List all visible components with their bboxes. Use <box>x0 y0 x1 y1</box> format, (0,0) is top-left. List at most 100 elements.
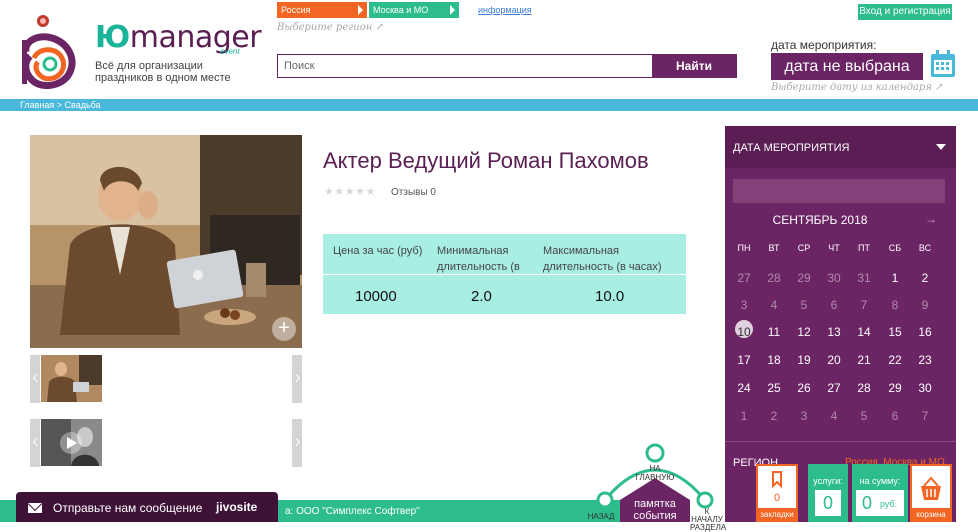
search-button[interactable]: Найти <box>652 55 736 77</box>
calendar-day[interactable]: 16 <box>910 325 940 339</box>
brand-tagline: Всё для организации праздников в одном м… <box>95 60 231 84</box>
calendar-day[interactable]: 1 <box>729 409 759 423</box>
video-illustration <box>41 419 102 466</box>
calendar-weekday: ВТ <box>768 243 780 253</box>
brand-event: event <box>220 47 240 56</box>
calendar-day[interactable]: 1 <box>880 271 910 285</box>
login-button[interactable]: Вход и регистрация <box>858 4 952 20</box>
calendar-day[interactable]: 25 <box>759 381 789 395</box>
calendar-weekday: ПН <box>737 243 751 253</box>
thumb-illustration <box>41 355 102 402</box>
services-label: услуги: <box>813 476 843 486</box>
calendar-day[interactable]: 11 <box>759 325 789 339</box>
calendar-day[interactable]: 29 <box>789 271 819 285</box>
calendar-header[interactable]: ДАТА МЕРОПРИЯТИЯ <box>725 126 956 168</box>
calendar-day[interactable]: 28 <box>759 271 789 285</box>
video-thumbnail[interactable] <box>41 419 102 466</box>
calendar-day[interactable]: 8 <box>880 298 910 312</box>
total-widget[interactable]: на сумму: 0 руб. <box>852 464 908 522</box>
calendar-day[interactable]: 6 <box>880 409 910 423</box>
calendar-day[interactable]: 29 <box>880 381 910 395</box>
calendar-date-field[interactable] <box>733 179 945 203</box>
main-photo[interactable] <box>30 135 302 348</box>
calendar-day[interactable]: 9 <box>910 298 940 312</box>
total-value: 0 <box>862 493 873 513</box>
bookmarks-label: закладки <box>756 508 798 522</box>
calendar-day[interactable]: 6 <box>819 298 849 312</box>
region-country-label: Россия <box>281 5 311 15</box>
services-widget[interactable]: услуги: 0 <box>808 464 848 522</box>
cart-label: корзина <box>910 508 952 522</box>
calendar-day[interactable]: 23 <box>910 353 940 367</box>
calendar-day[interactable]: 22 <box>880 353 910 367</box>
calendar-day[interactable]: 30 <box>910 381 940 395</box>
calendar-day[interactable]: 3 <box>789 409 819 423</box>
nav-section-top-link[interactable]: К НАЧАЛУ РАЗДЕЛА <box>690 508 726 532</box>
calendar-icon[interactable] <box>930 50 956 78</box>
calendar-day[interactable]: 14 <box>849 325 879 339</box>
calendar-day[interactable]: 13 <box>819 325 849 339</box>
calendar-day[interactable]: 26 <box>789 381 819 395</box>
cart-widget[interactable]: корзина <box>910 464 952 522</box>
thumb-next-button[interactable] <box>292 355 302 403</box>
brand-manager: manager <box>129 20 262 55</box>
price-value: 10000 <box>355 288 397 305</box>
price-table: Цена за час (руб) Минимальная длительнос… <box>323 234 686 314</box>
calendar-panel: ДАТА МЕРОПРИЯТИЯ СЕНТЯБРЬ 2018 → ПН ВТ СР Ч… <box>725 126 956 522</box>
nav-home-link[interactable]: НА ГЛАВНУЮ <box>630 464 680 482</box>
navigation-widget: НА ГЛАВНУЮ памятка события НАЗАД К НАЧАЛ… <box>588 440 726 532</box>
calendar-day[interactable]: 28 <box>849 381 879 395</box>
calendar-day[interactable]: 3 <box>729 298 759 312</box>
rating-stars[interactable]: ★★★★★ <box>324 185 376 198</box>
basket-icon <box>921 476 941 500</box>
calendar-day[interactable]: 20 <box>819 353 849 367</box>
chat-button[interactable]: Отправьте нам сообщение jivosite <box>16 492 278 522</box>
calendar-day[interactable]: 5 <box>789 298 819 312</box>
calendar-day[interactable]: 27 <box>729 271 759 285</box>
calendar-day[interactable]: 17 <box>729 353 759 367</box>
region-city-select[interactable]: Москва и МО <box>369 2 459 18</box>
calendar-day[interactable]: 2 <box>910 271 940 285</box>
calendar-day[interactable]: 31 <box>849 271 879 285</box>
info-link[interactable]: информация <box>478 5 532 15</box>
region-country-select[interactable]: Россия <box>277 2 367 18</box>
calendar-day[interactable]: 24 <box>729 381 759 395</box>
search-input[interactable] <box>278 55 652 77</box>
calendar-day[interactable]: 12 <box>789 325 819 339</box>
event-date-button[interactable]: дата не выбрана <box>771 53 923 80</box>
calendar-day[interactable]: 4 <box>759 298 789 312</box>
photo-illustration <box>30 135 302 348</box>
calendar-day[interactable]: 27 <box>819 381 849 395</box>
video-prev-button[interactable] <box>30 419 40 467</box>
thumbnail-photo[interactable] <box>41 355 102 402</box>
zoom-button[interactable]: + <box>272 317 296 341</box>
search-bar: Найти <box>277 54 737 78</box>
next-month-arrow-icon[interactable]: → <box>925 212 937 226</box>
calendar-month: СЕНТЯБРЬ 2018 <box>772 213 868 227</box>
calendar-day[interactable]: 30 <box>819 271 849 285</box>
calendar-day[interactable]: 7 <box>849 298 879 312</box>
calendar-day[interactable]: 2 <box>759 409 789 423</box>
calendar-weekday: СР <box>797 243 811 253</box>
nav-back-link[interactable]: НАЗАД <box>586 512 616 521</box>
calendar-day[interactable]: 15 <box>880 325 910 339</box>
reviews-link[interactable]: Отзывы 0 <box>391 187 436 198</box>
calendar-day[interactable]: 21 <box>849 353 879 367</box>
min-duration-header: Минимальная длительность (в <box>437 245 520 273</box>
video-next-button[interactable] <box>292 419 302 467</box>
thumb-prev-button[interactable] <box>30 355 40 403</box>
total-currency: руб. <box>880 499 898 509</box>
breadcrumb[interactable]: Главная > Свадьба <box>20 100 101 110</box>
calendar-day[interactable]: 19 <box>789 353 819 367</box>
calendar-day[interactable]: 4 <box>819 409 849 423</box>
logo-icon[interactable] <box>20 12 82 92</box>
caret-down-icon <box>936 144 946 150</box>
calendar-day[interactable]: 18 <box>759 353 789 367</box>
event-memo-link[interactable]: памятка события <box>622 498 688 522</box>
calendar-weekday: СБ <box>888 243 902 253</box>
bookmarks-widget[interactable]: 0 закладки <box>756 464 798 522</box>
calendar-day[interactable]: 7 <box>910 409 940 423</box>
calendar-day[interactable]: 10 <box>729 320 759 339</box>
calendar-day[interactable]: 5 <box>849 409 879 423</box>
region-hint-text: Выберите регион <box>277 22 373 33</box>
